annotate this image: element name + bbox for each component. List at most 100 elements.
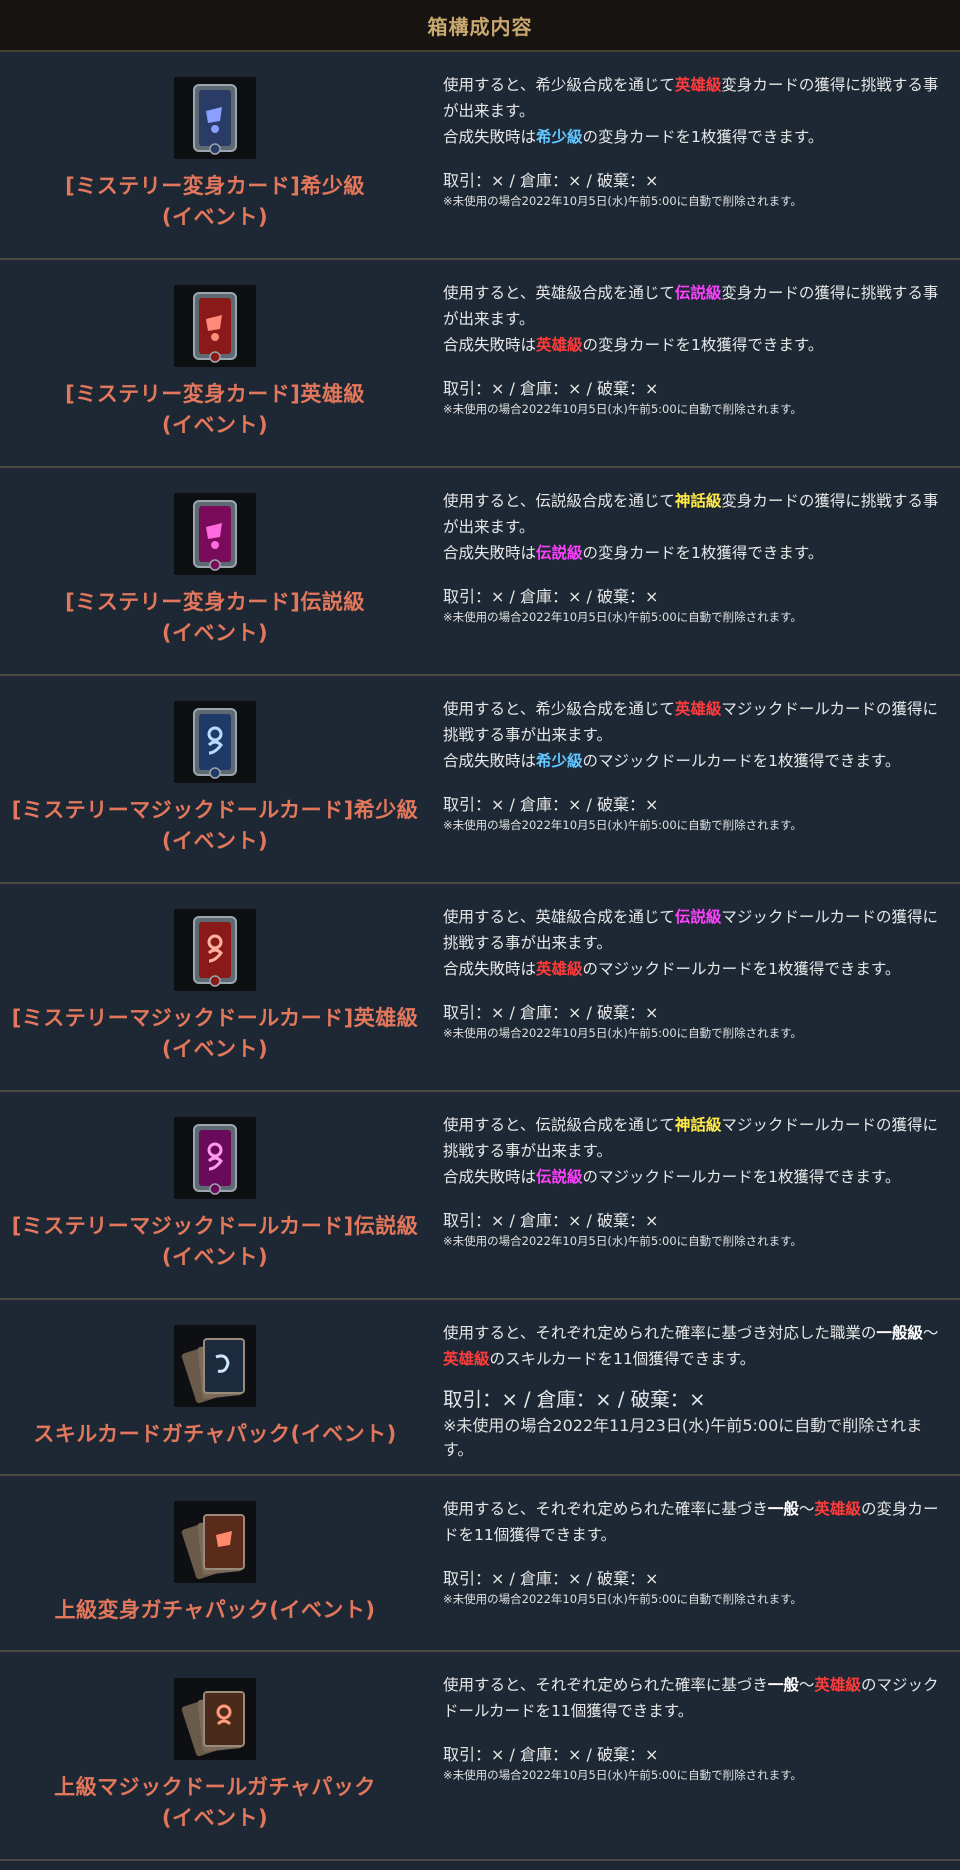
expiry-note: ※未使用の場合2022年10月5日(水)午前5:00に自動で削除されます。 — [443, 402, 802, 416]
description-text: 使用すると、それぞれ定められた確率に基づき — [443, 1500, 768, 1518]
item-name-line2: (イベント) — [161, 1805, 269, 1830]
description-line: 使用すると、英雄級合成を通じて伝説級マジックドールカードの獲得に挑戦する事が出来… — [443, 904, 946, 956]
description-line: 使用すると、伝説級合成を通じて神話級変身カードの獲得に挑戦する事が出来ます。 — [443, 488, 946, 540]
description-text: のマジックドールカードを1枚獲得できます。 — [582, 1168, 901, 1186]
grade-hero-text: 英雄級 — [814, 1500, 861, 1518]
item-info: スキルカードガチャパック(イベント) — [0, 1300, 430, 1474]
grade-legend-text: 伝説級 — [674, 908, 722, 926]
description-text: の変身カードを1枚獲得できます。 — [582, 544, 824, 562]
description-text: 合成失敗時は — [443, 128, 537, 146]
item-info: [ミステリーマジックドールカード]伝説級 (イベント) — [0, 1092, 430, 1298]
trade-restrictions: 取引：× / 倉庫：× / 破棄：× — [443, 379, 659, 398]
grade-hero-text: 英雄級 — [536, 960, 583, 978]
section-title: 箱構成内容 — [427, 14, 533, 39]
transform-card-pack-icon — [174, 1500, 256, 1583]
grade-rare-text: 希少級 — [536, 752, 583, 770]
doll-card-pack-icon — [174, 1677, 256, 1760]
description-line: 使用すると、伝説級合成を通じて神話級マジックドールカードの獲得に挑戦する事が出来… — [443, 1112, 946, 1164]
trade-restrictions: 取引：× / 倉庫：× / 破棄：× — [443, 171, 659, 190]
expiry-note: ※未使用の場合2022年10月5日(水)午前5:00に自動で削除されます。 — [443, 194, 802, 208]
trade-restrictions: 取引：× / 倉庫：× / 破棄：× — [443, 1388, 706, 1411]
item-name: [ミステリーマジックドールカード]伝説級 (イベント) — [12, 1211, 419, 1273]
item-name-line1: [ミステリー変身カード]伝説級 — [65, 590, 365, 614]
item-info: [ミステリーマジックドールカード]英雄級 (イベント) — [0, 884, 430, 1090]
item-name-line1: [ミステリーマジックドールカード]英雄級 — [11, 1006, 419, 1030]
item-name-line1: [ミステリー変身カード]英雄級 — [65, 382, 365, 406]
item-name-line2: (イベント) — [161, 621, 269, 645]
magenta-shield-card-icon — [174, 493, 256, 575]
item-info: 上級変身ガチャパック(イベント) — [0, 1476, 430, 1650]
item-name-line2: (イベント) — [161, 413, 269, 437]
description-line: 使用すると、それぞれ定められた確率に基づき対応した職業の一般級～ 英雄級のスキルカ… — [443, 1320, 946, 1372]
grade-legend-text: 伝説級 — [536, 1168, 583, 1186]
expiry-note: ※未使用の場合2022年10月5日(水)午前5:00に自動で削除されます。 — [443, 1026, 802, 1040]
skill-card-pack-icon — [174, 1324, 256, 1407]
trade-restrictions: 取引：× / 倉庫：× / 破棄：× — [443, 795, 659, 814]
item-description: 使用すると、それぞれ定められた確率に基づき対応した職業の一般級～ 英雄級のスキルカ… — [430, 1300, 960, 1474]
description-text: 使用すると、英雄級合成を通じて — [443, 908, 675, 926]
item-name: 上級変身ガチャパック(イベント) — [55, 1595, 376, 1626]
item-description: 使用すると、英雄級合成を通じて伝説級変身カードの獲得に挑戦する事が出来ます。 合成… — [430, 260, 960, 466]
item-info: 上級マジックドールガチャパック (イベント) — [0, 1652, 430, 1859]
description-text: 使用すると、それぞれ定められた確率に基づき対応した職業の — [443, 1324, 877, 1342]
blue-doll-card-icon — [174, 701, 256, 783]
item-name-line2: (イベント) — [161, 1037, 269, 1061]
trade-restrictions: 取引：× / 倉庫：× / 破棄：× — [443, 587, 659, 606]
item-name-line1: 上級マジックドールガチャパック — [54, 1774, 376, 1799]
item-info: [ミステリー変身カード]伝説級 (イベント) — [0, 468, 430, 674]
red-shield-card-icon — [174, 285, 256, 367]
expiry-note: ※未使用の場合2022年11月23日(水)午前5:00に自動で削除されます。 — [443, 1416, 923, 1459]
item-description: 使用すると、希少級合成を通じて英雄級マジックドールカードの獲得に挑戦する事が出来… — [430, 676, 960, 882]
description-line: 合成失敗時は英雄級の変身カードを1枚獲得できます。 — [443, 332, 946, 358]
item-name: [ミステリーマジックドールカード]英雄級 (イベント) — [12, 1003, 419, 1065]
description-line: 使用すると、希少級合成を通じて英雄級変身カードの獲得に挑戦する事が出来ます。 — [443, 72, 946, 124]
grade-hero-text: 英雄級 — [674, 76, 722, 94]
item-name-line2: (イベント) — [161, 1245, 269, 1269]
expiry-note: ※未使用の場合2022年10月5日(水)午前5:00に自動で削除されます。 — [443, 610, 802, 624]
description-text: 合成失敗時は — [443, 752, 537, 770]
list-item: [ミステリーマジックドールカード]希少級 (イベント) 使用すると、希少級合成を通じ… — [0, 676, 960, 884]
list-item: [ミステリー変身カード]英雄級 (イベント) 使用すると、英雄級合成を通じて伝説級変… — [0, 260, 960, 468]
description-text: のスキルカードを11個獲得できます。 — [489, 1350, 756, 1368]
item-table: [ミステリー変身カード]希少級 (イベント) 使用すると、希少級合成を通じて英雄級変… — [0, 52, 960, 1861]
grade-normal-text: 一般 — [767, 1676, 799, 1694]
expiry-note: ※未使用の場合2022年10月5日(水)午前5:00に自動で削除されます。 — [443, 1234, 802, 1248]
item-name: [ミステリー変身カード]希少級 (イベント) — [65, 171, 365, 233]
grade-rare-text: 希少級 — [536, 128, 583, 146]
grade-legend-text: 伝説級 — [674, 284, 722, 302]
grade-hero-text: 英雄級 — [674, 700, 722, 718]
item-name: [ミステリー変身カード]英雄級 (イベント) — [65, 379, 365, 441]
item-description: 使用すると、希少級合成を通じて英雄級変身カードの獲得に挑戦する事が出来ます。 合成… — [430, 52, 960, 258]
item-info: [ミステリーマジックドールカード]希少級 (イベント) — [0, 676, 430, 882]
description-text: ～ — [922, 1324, 939, 1342]
description-text: の変身カードを1枚獲得できます。 — [582, 128, 824, 146]
description-text: のマジックドールカードを1枚獲得できます。 — [582, 752, 901, 770]
list-item: [ミステリーマジックドールカード]英雄級 (イベント) 使用すると、英雄級合成を通じ… — [0, 884, 960, 1092]
item-name: [ミステリー変身カード]伝説級 (イベント) — [65, 587, 365, 649]
description-text: のマジックドールカードを1枚獲得できます。 — [582, 960, 901, 978]
description-line: 使用すると、それぞれ定められた確率に基づき一般～英雄級のマジックドールカードを1… — [443, 1672, 946, 1724]
list-item: スキルカードガチャパック(イベント) 使用すると、それぞれ定められた確率に基づき対… — [0, 1300, 960, 1476]
item-info: [ミステリー変身カード]希少級 (イベント) — [0, 52, 430, 258]
expiry-note: ※未使用の場合2022年10月5日(水)午前5:00に自動で削除されます。 — [443, 1592, 802, 1606]
item-name: 上級マジックドールガチャパック (イベント) — [54, 1772, 376, 1834]
trade-restrictions: 取引：× / 倉庫：× / 破棄：× — [443, 1745, 659, 1764]
section-header: 箱構成内容 — [0, 0, 960, 52]
description-line: 使用すると、希少級合成を通じて英雄級マジックドールカードの獲得に挑戦する事が出来… — [443, 696, 946, 748]
description-text: 合成失敗時は — [443, 336, 537, 354]
blue-shield-card-icon — [174, 77, 256, 159]
red-doll-card-icon — [174, 909, 256, 991]
description-line: 合成失敗時は英雄級のマジックドールカードを1枚獲得できます。 — [443, 956, 946, 982]
item-description: 使用すると、それぞれ定められた確率に基づき一般～英雄級のマジックドールカードを1… — [430, 1652, 960, 1859]
description-line: 合成失敗時は希少級のマジックドールカードを1枚獲得できます。 — [443, 748, 946, 774]
item-description: 使用すると、それぞれ定められた確率に基づき一般～英雄級の変身カードを11個獲得で… — [430, 1476, 960, 1650]
item-name-line1: [ミステリーマジックドールカード]希少級 — [11, 798, 419, 822]
description-text: の変身カードを1枚獲得できます。 — [582, 336, 824, 354]
description-line: 合成失敗時は希少級の変身カードを1枚獲得できます。 — [443, 124, 946, 150]
grade-hero-text: 英雄級 — [814, 1676, 861, 1694]
item-name: スキルカードガチャパック(イベント) — [33, 1419, 396, 1450]
grade-myth-text: 神話級 — [674, 1116, 722, 1134]
description-text: 使用すると、それぞれ定められた確率に基づき — [443, 1676, 768, 1694]
description-line: 合成失敗時は伝説級の変身カードを1枚獲得できます。 — [443, 540, 946, 566]
item-description: 使用すると、英雄級合成を通じて伝説級マジックドールカードの獲得に挑戦する事が出来… — [430, 884, 960, 1090]
